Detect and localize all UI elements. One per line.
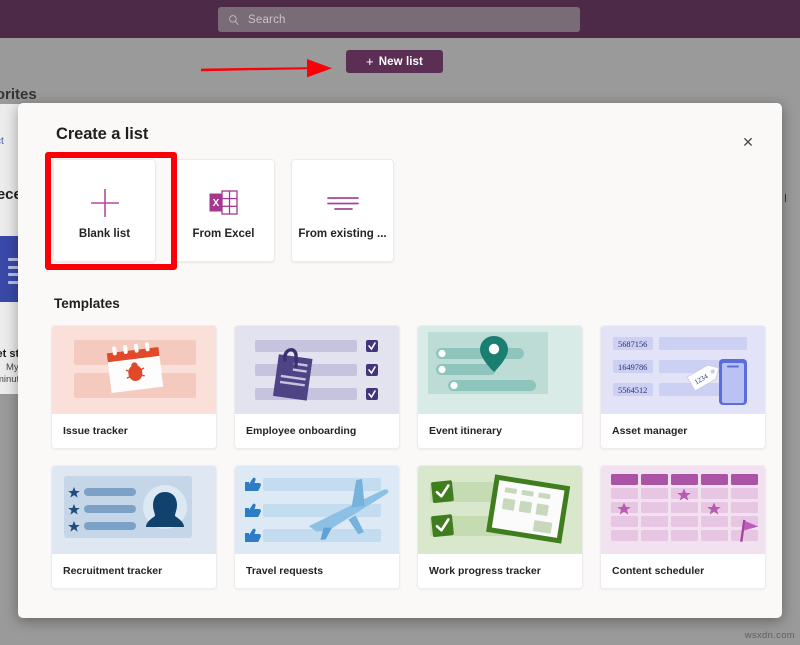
dialog-title: Create a list [56, 125, 148, 144]
recruitment-tracker-art [52, 466, 216, 554]
employee-onboarding-art [235, 326, 399, 414]
new-list-button-label: New list [379, 56, 423, 68]
create-option-label: From existing ... [298, 228, 386, 240]
asset-number-2: 5564512 [618, 386, 647, 395]
work-progress-art [418, 466, 582, 554]
asset-number-0: 5687156 [618, 340, 647, 349]
template-label: Employee onboarding [235, 414, 399, 448]
close-icon[interactable]: ✕ [737, 131, 759, 153]
templates-grid: Issue tracker [51, 325, 751, 596]
template-card-event-itinerary[interactable]: Event itinerary [417, 325, 583, 449]
template-card-content-scheduler[interactable]: Content scheduler [600, 465, 766, 589]
create-option-label: From Excel [193, 228, 255, 240]
watermark: wsxdn.com [745, 630, 795, 641]
background-select-link: Select [0, 136, 4, 147]
template-label: Recruitment tracker [52, 554, 216, 588]
create-option-blank-list[interactable]: Blank list [53, 159, 156, 262]
create-option-from-excel[interactable]: X From Excel [172, 159, 275, 262]
search-icon [228, 14, 240, 26]
asset-number-1: 1649786 [618, 363, 647, 372]
template-card-recruitment-tracker[interactable]: Recruitment tracker [51, 465, 217, 589]
template-card-travel-requests[interactable]: Travel requests [234, 465, 400, 589]
event-itinerary-art [418, 326, 582, 414]
template-card-work-progress-tracker[interactable]: Work progress tracker [417, 465, 583, 589]
template-label: Content scheduler [601, 554, 765, 588]
search-input[interactable]: Search [218, 7, 580, 32]
search-placeholder: Search [248, 14, 286, 26]
svg-text:X: X [212, 198, 219, 209]
templates-heading: Templates [54, 296, 120, 311]
template-label: Event itinerary [418, 414, 582, 448]
template-card-asset-manager[interactable]: 5687156 1649786 5564512 1234 [600, 325, 766, 449]
template-label: Issue tracker [52, 414, 216, 448]
annotation-arrow-icon [199, 56, 333, 80]
template-label: Asset manager [601, 414, 765, 448]
new-list-button[interactable]: + New list [346, 50, 443, 73]
template-label: Work progress tracker [418, 554, 582, 588]
template-label: Travel requests [235, 554, 399, 588]
issue-tracker-art [52, 326, 216, 414]
existing-list-icon [325, 182, 361, 224]
create-option-label: Blank list [79, 228, 130, 240]
plus-icon: + [366, 55, 374, 68]
create-option-from-existing-list[interactable]: From existing ... [291, 159, 394, 262]
content-scheduler-art [601, 466, 765, 554]
template-card-issue-tracker[interactable]: Issue tracker [51, 325, 217, 449]
asset-manager-art: 5687156 1649786 5564512 1234 [601, 326, 765, 414]
create-list-dialog: Create a list ✕ Blank list X [18, 103, 782, 618]
template-card-employee-onboarding[interactable]: Employee onboarding [234, 325, 400, 449]
excel-icon: X [209, 182, 239, 224]
plus-icon [88, 182, 122, 224]
travel-requests-art [235, 466, 399, 554]
background-favorites-heading: Favorites [0, 86, 37, 103]
create-options-row: Blank list X From Excel [53, 159, 394, 262]
